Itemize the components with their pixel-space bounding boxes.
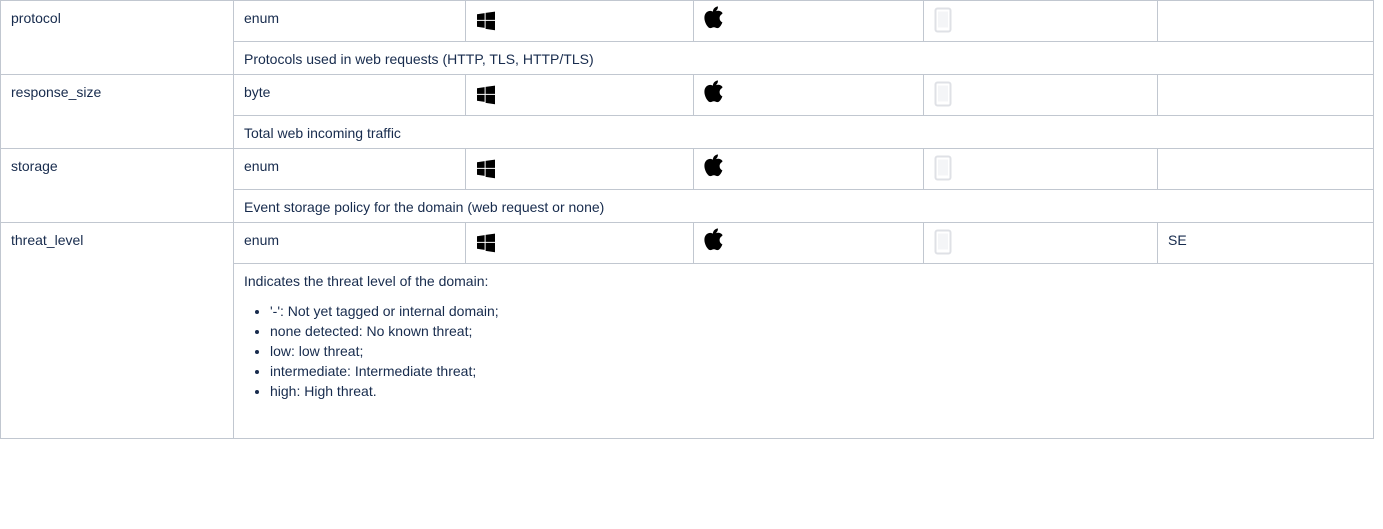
- field-extra: [1157, 74, 1374, 116]
- field-row: response_size byte: [0, 74, 1374, 149]
- list-item: '-': Not yet tagged or internal domain;: [270, 301, 1363, 321]
- list-item: none detected: No known threat;: [270, 321, 1363, 341]
- field-type: enum: [233, 0, 466, 42]
- threat-level-list: '-': Not yet tagged or internal domain; …: [244, 301, 1363, 401]
- field-extra: [1157, 148, 1374, 190]
- mobile-support-cell: [923, 74, 1158, 116]
- windows-icon: [476, 11, 683, 31]
- mobile-device-icon: [934, 81, 1147, 107]
- field-description: Indicates the threat level of the domain…: [233, 263, 1374, 439]
- list-item: intermediate: Intermediate threat;: [270, 361, 1363, 381]
- list-item: high: High threat.: [270, 381, 1363, 401]
- field-extra: SE: [1157, 222, 1374, 264]
- mobile-device-icon: [934, 155, 1147, 181]
- field-row: protocol enum: [0, 0, 1374, 75]
- table-body: protocol enum Protocols used in web requ…: [0, 0, 1374, 439]
- apple-support-cell: [693, 0, 924, 42]
- windows-support-cell: [465, 148, 694, 190]
- apple-support-cell: [693, 148, 924, 190]
- windows-support-cell: [465, 222, 694, 264]
- windows-icon: [476, 233, 683, 253]
- field-name: storage: [0, 148, 234, 223]
- mobile-support-cell: [923, 0, 1158, 42]
- mobile-support-cell: [923, 148, 1158, 190]
- apple-support-cell: [693, 222, 924, 264]
- field-description: Event storage policy for the domain (web…: [233, 189, 1374, 223]
- field-name: response_size: [0, 74, 234, 149]
- fields-table: protocol enum Protocols used in web requ…: [0, 0, 1374, 439]
- apple-icon: [704, 80, 913, 104]
- apple-icon: [704, 154, 913, 178]
- apple-icon: [704, 6, 913, 30]
- windows-icon: [476, 159, 683, 179]
- mobile-device-icon: [934, 229, 1147, 255]
- field-name: threat_level: [0, 222, 234, 439]
- field-description: Protocols used in web requests (HTTP, TL…: [233, 41, 1374, 75]
- description-intro: Indicates the threat level of the domain…: [244, 273, 489, 289]
- apple-icon: [704, 228, 913, 252]
- field-name: protocol: [0, 0, 234, 75]
- windows-support-cell: [465, 74, 694, 116]
- field-type: enum: [233, 222, 466, 264]
- windows-support-cell: [465, 0, 694, 42]
- field-type: byte: [233, 74, 466, 116]
- windows-icon: [476, 85, 683, 105]
- field-row: threat_level enum SE: [0, 222, 1374, 439]
- field-description: Total web incoming traffic: [233, 115, 1374, 149]
- apple-support-cell: [693, 74, 924, 116]
- field-row: storage enum: [0, 148, 1374, 223]
- mobile-support-cell: [923, 222, 1158, 264]
- list-item: low: low threat;: [270, 341, 1363, 361]
- mobile-device-icon: [934, 7, 1147, 33]
- field-type: enum: [233, 148, 466, 190]
- field-extra: [1157, 0, 1374, 42]
